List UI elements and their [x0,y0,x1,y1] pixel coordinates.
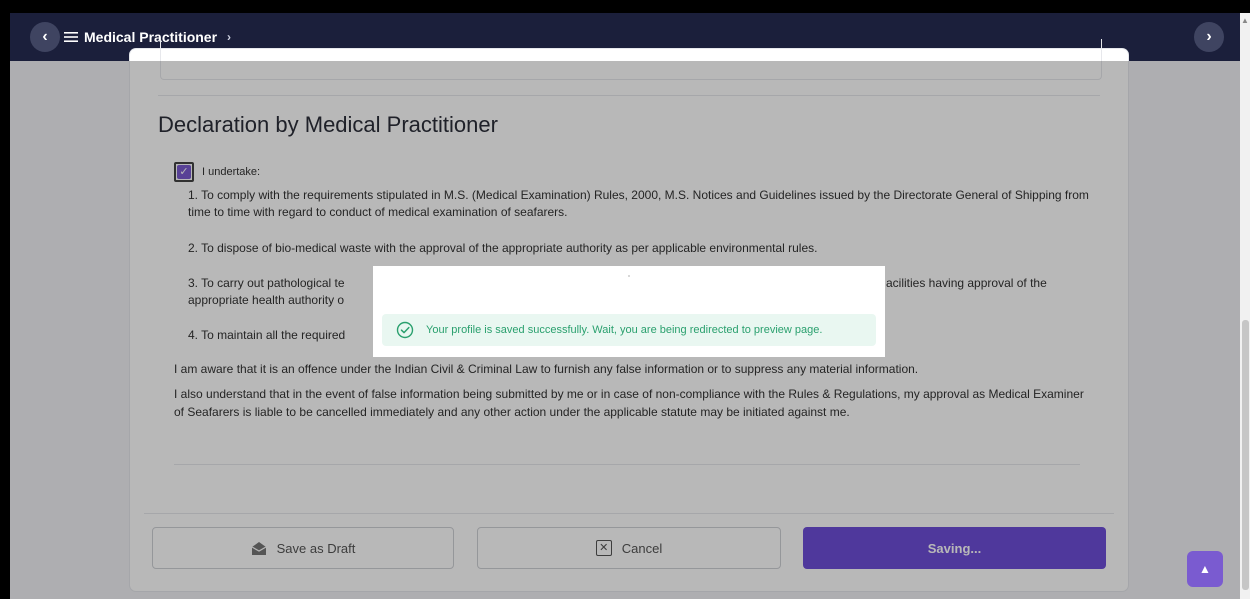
loading-indicator [628,275,630,277]
menu-icon [64,32,78,42]
scroll-up-arrow-icon[interactable]: ▲ [1241,16,1249,25]
chevron-left-icon: ‹ [42,28,48,45]
check-circle-icon [396,321,414,339]
back-button[interactable]: ‹ [30,22,60,52]
chevron-right-icon: › [1206,28,1212,45]
scrollbar-thumb[interactable] [1242,320,1249,590]
app-viewport: ‹ Medical Practitioner › › Declaration b… [10,13,1240,599]
success-toast: Your profile is saved successfully. Wait… [382,314,876,346]
toast-message: Your profile is saved successfully. Wait… [426,324,823,336]
forward-button[interactable]: › [1194,22,1224,52]
caret-up-icon: ▲ [1199,562,1211,576]
scroll-to-top-button[interactable]: ▲ [1187,551,1223,587]
save-status-modal: Your profile is saved successfully. Wait… [373,266,885,357]
